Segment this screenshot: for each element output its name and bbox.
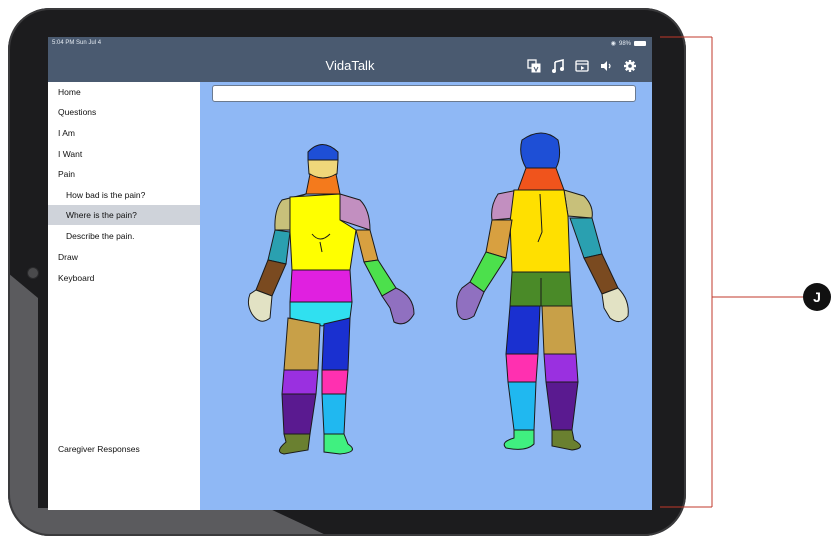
front-left-upper-arm[interactable] bbox=[355, 229, 379, 263]
app-screen: 5:04 PM Sun Jul 4 ◉ 98% VidaTalk Home Qu… bbox=[48, 37, 652, 510]
annotation-bracket bbox=[660, 36, 803, 508]
speaker-icon[interactable] bbox=[594, 56, 618, 76]
back-right-forearm[interactable] bbox=[583, 253, 619, 295]
back-right-hand[interactable] bbox=[601, 287, 629, 322]
front-head-top[interactable] bbox=[307, 144, 339, 161]
sidebar-item-draw[interactable]: Draw bbox=[48, 247, 200, 267]
front-right-foot[interactable] bbox=[279, 433, 311, 455]
back-left-thigh[interactable] bbox=[505, 305, 541, 355]
battery-icon bbox=[634, 41, 646, 46]
front-left-hand[interactable] bbox=[381, 287, 415, 325]
back-right-knee[interactable] bbox=[543, 353, 579, 383]
sidebar-item-caregiver-responses[interactable]: Caregiver Responses bbox=[48, 439, 200, 459]
sidebar-item-how-bad[interactable]: How bad is the pain? bbox=[48, 185, 200, 205]
battery-percent: 98% bbox=[618, 40, 631, 47]
video-icon[interactable] bbox=[570, 56, 594, 76]
front-right-thigh[interactable] bbox=[283, 317, 321, 371]
back-right-foot[interactable] bbox=[551, 429, 581, 451]
body-map-panel bbox=[200, 82, 652, 510]
back-left-foot[interactable] bbox=[503, 429, 535, 450]
sidebar-item-i-am[interactable]: I Am bbox=[48, 123, 200, 143]
wifi-icon: ◉ bbox=[610, 41, 616, 47]
sidebar-item-pain[interactable]: Pain bbox=[48, 164, 200, 184]
sidebar-item-i-want[interactable]: I Want bbox=[48, 144, 200, 164]
annotation-badge: J bbox=[803, 283, 831, 311]
front-right-shin[interactable] bbox=[281, 393, 317, 435]
sidebar-item-describe-pain[interactable]: Describe the pain. bbox=[48, 226, 200, 246]
back-right-calf[interactable] bbox=[545, 381, 579, 431]
back-left-knee[interactable] bbox=[505, 353, 539, 383]
front-right-upper-arm[interactable] bbox=[267, 229, 291, 265]
sidebar-item-home[interactable]: Home bbox=[48, 82, 200, 102]
sidebar-item-keyboard[interactable]: Keyboard bbox=[48, 268, 200, 288]
front-left-thigh[interactable] bbox=[321, 317, 351, 371]
front-right-knee[interactable] bbox=[281, 369, 319, 395]
back-neck[interactable] bbox=[517, 167, 565, 191]
back-right-thigh[interactable] bbox=[541, 305, 577, 355]
status-bar: 5:04 PM Sun Jul 4 ◉ 98% bbox=[48, 37, 652, 51]
front-right-hand[interactable] bbox=[247, 289, 273, 322]
back-right-upper-arm[interactable] bbox=[569, 217, 603, 259]
back-left-upper-arm[interactable] bbox=[485, 219, 513, 259]
music-icon[interactable] bbox=[546, 56, 570, 76]
front-pelvis[interactable] bbox=[289, 269, 353, 303]
status-time: 5:04 PM Sun Jul 4 bbox=[52, 40, 102, 46]
front-left-foot[interactable] bbox=[323, 433, 353, 455]
search-input[interactable] bbox=[212, 85, 636, 102]
nav-bar: VidaTalk bbox=[48, 51, 652, 82]
sidebar-item-where-pain[interactable]: Where is the pain? bbox=[48, 205, 200, 225]
front-right-forearm[interactable] bbox=[255, 259, 287, 297]
camera-icon bbox=[27, 267, 39, 279]
toolbar-icons bbox=[522, 56, 642, 76]
back-right-shoulder[interactable] bbox=[563, 189, 593, 219]
front-left-knee[interactable] bbox=[321, 369, 349, 395]
front-left-shin[interactable] bbox=[321, 393, 347, 435]
translate-icon[interactable] bbox=[522, 56, 546, 76]
body-map bbox=[247, 132, 629, 455]
sidebar: Home Questions I Am I Want Pain How bad … bbox=[48, 82, 201, 510]
sidebar-item-questions[interactable]: Questions bbox=[48, 102, 200, 122]
status-indicators: ◉ 98% bbox=[611, 40, 646, 47]
back-head[interactable] bbox=[520, 132, 561, 169]
gear-icon[interactable] bbox=[618, 56, 642, 76]
back-left-calf[interactable] bbox=[507, 381, 537, 431]
